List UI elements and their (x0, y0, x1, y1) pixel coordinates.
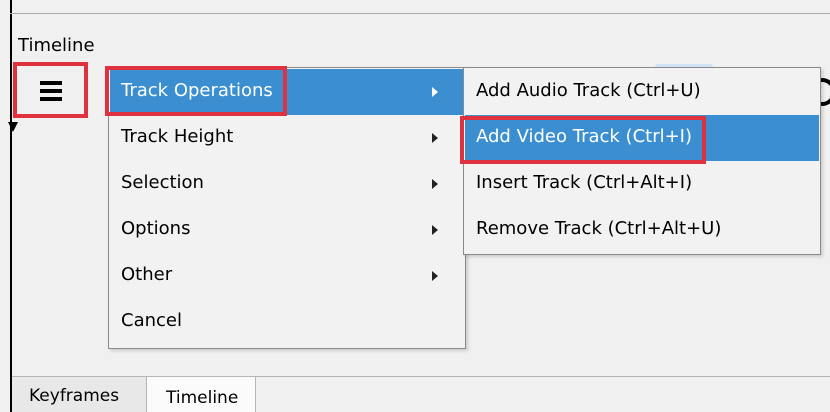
submenu-item-add-audio-track[interactable]: Add Audio Track (Ctrl+U) (465, 69, 819, 115)
menu-item-label: Other (121, 264, 173, 285)
chevron-right-icon (432, 179, 438, 189)
submenu-item-label: Remove Track (Ctrl+Alt+U) (476, 218, 722, 239)
menu-item-other[interactable]: Other (110, 253, 464, 299)
submenu-item-label: Insert Track (Ctrl+Alt+I) (476, 172, 693, 193)
chevron-right-icon (432, 133, 438, 143)
submenu-item-label: Add Audio Track (Ctrl+U) (476, 80, 701, 101)
tab-keyframes[interactable]: Keyframes (12, 376, 146, 412)
track-operations-submenu: Add Audio Track (Ctrl+U) Add Video Track… (460, 67, 821, 255)
menu-item-label: Selection (121, 172, 204, 193)
panel-left-border (10, 0, 12, 412)
panel-top-border (10, 13, 830, 14)
panel-title: Timeline (18, 35, 95, 56)
tab-bar-divider (256, 376, 830, 377)
annotation-highlight-box (460, 116, 706, 164)
menu-item-label: Cancel (121, 310, 182, 331)
tab-label: Keyframes (29, 386, 120, 406)
menu-item-track-height[interactable]: Track Height (110, 115, 464, 161)
menu-item-cancel[interactable]: Cancel (110, 299, 464, 345)
menu-item-label: Track Height (121, 126, 234, 147)
chevron-right-icon (432, 225, 438, 235)
menu-item-label: Options (121, 218, 191, 239)
panel-tab-bar: Keyframes Timeline (0, 376, 830, 412)
tab-label: Timeline (166, 388, 239, 408)
annotation-highlight-box (105, 66, 287, 116)
timeline-menu-button[interactable] (13, 62, 88, 118)
tab-timeline[interactable]: Timeline (146, 376, 256, 412)
hamburger-menu-icon (40, 81, 62, 101)
menu-item-options[interactable]: Options (110, 207, 464, 253)
chevron-right-icon (432, 271, 438, 281)
playhead-marker-icon[interactable] (8, 122, 18, 132)
chevron-right-icon (432, 87, 438, 97)
submenu-item-remove-track[interactable]: Remove Track (Ctrl+Alt+U) (465, 207, 819, 253)
submenu-item-insert-track[interactable]: Insert Track (Ctrl+Alt+I) (465, 161, 819, 207)
timeline-context-menu: Track Operations Track Height Selection … (105, 66, 466, 349)
menu-item-selection[interactable]: Selection (110, 161, 464, 207)
